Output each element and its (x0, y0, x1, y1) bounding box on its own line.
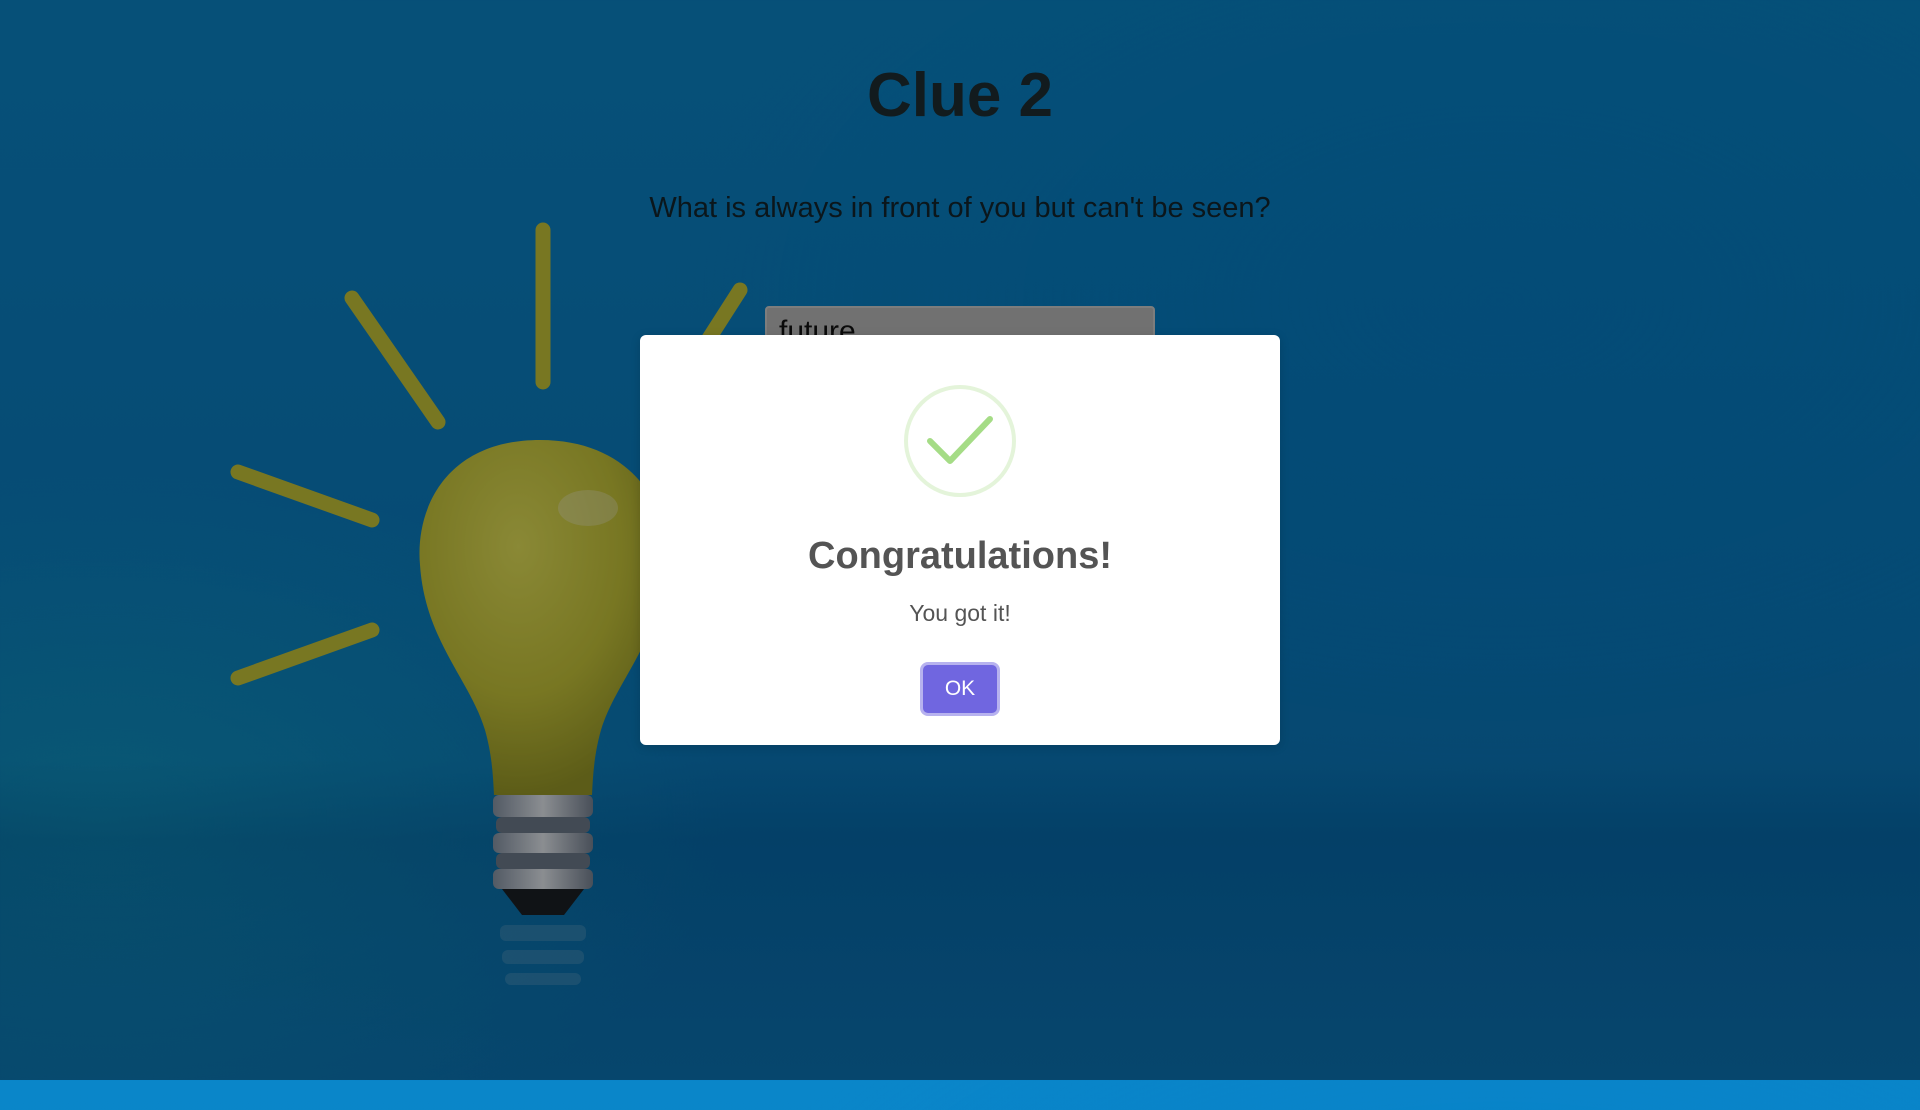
dialog-message: You got it! (909, 600, 1011, 626)
success-dialog: Congratulations! You got it! OK (640, 335, 1280, 745)
dialog-title: Congratulations! (808, 535, 1112, 577)
ok-button[interactable]: OK (923, 665, 997, 713)
success-check-icon (904, 385, 1016, 497)
